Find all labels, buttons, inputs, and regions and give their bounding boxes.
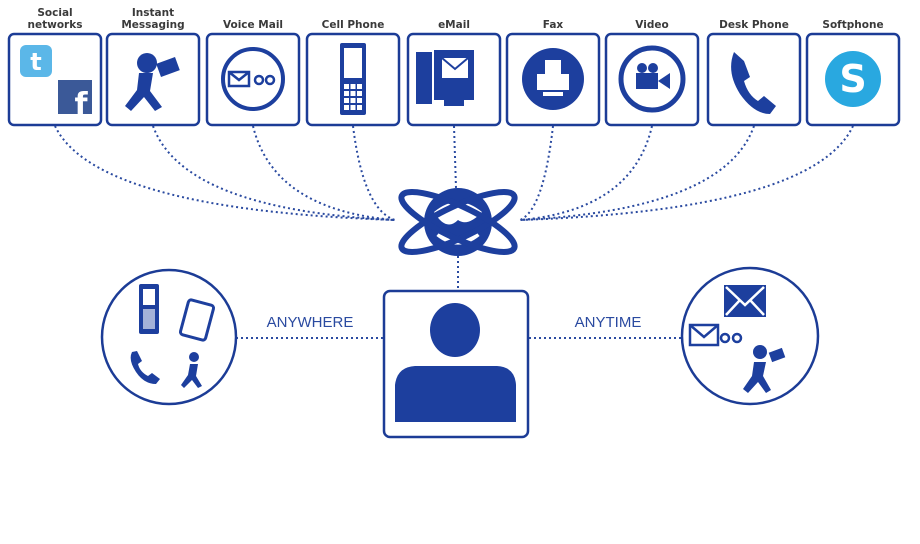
channel-label: eMail	[438, 19, 470, 31]
channel-email[interactable]: eMail	[406, 19, 502, 127]
channel-label: Softphone	[822, 19, 883, 31]
anywhere-label: ANYWHERE	[267, 314, 354, 331]
channel-fax[interactable]: Fax	[505, 19, 601, 127]
channel-label-line1: Instant	[132, 7, 174, 19]
connector-line	[152, 125, 396, 221]
channel-cell-phone[interactable]: Cell Phone	[305, 19, 401, 127]
svg-text:t: t	[30, 48, 41, 76]
connector-line	[352, 125, 396, 221]
channel-softphone[interactable]: S Softphone	[805, 19, 901, 127]
svg-text:f: f	[74, 87, 88, 122]
channel-desk-phone[interactable]: Desk Phone	[706, 19, 802, 127]
channel-label: Video	[635, 19, 668, 31]
channel-box	[706, 32, 802, 127]
connector-line	[519, 125, 755, 221]
fax-icon	[522, 48, 584, 110]
channel-box	[105, 32, 201, 127]
channel-networks[interactable]: t f Socialnetworks	[7, 7, 103, 127]
cell-phone-icon	[340, 43, 366, 115]
connector-line	[519, 125, 854, 221]
channel-label-line1: Social	[37, 7, 72, 19]
user-card	[382, 289, 530, 439]
channel-label: Cell Phone	[322, 19, 385, 31]
channel-video[interactable]: Video	[604, 19, 700, 127]
messages-icon	[680, 266, 820, 406]
globe-orbit-icon	[398, 188, 518, 256]
devices-icon	[100, 268, 238, 406]
channel-messaging[interactable]: InstantMessaging	[105, 7, 201, 127]
skype-icon: S	[825, 51, 881, 107]
svg-text:S: S	[839, 57, 866, 101]
channel-label: Desk Phone	[719, 19, 789, 31]
connector-line	[519, 125, 554, 221]
email-computer-icon	[416, 50, 474, 106]
connector-line	[453, 125, 457, 189]
channel-label: Voice Mail	[223, 19, 283, 31]
channel-label: Messaging	[121, 19, 184, 31]
connector-line	[54, 125, 396, 221]
connector-line	[519, 125, 653, 221]
channel-label: Fax	[543, 19, 564, 31]
channel-voice-mail[interactable]: Voice Mail	[205, 19, 301, 127]
unified-communications-diagram: t f Social networks Instant Messaging Voice Ma…	[0, 0, 920, 544]
anytime-label: ANYTIME	[575, 314, 642, 331]
channel-label: networks	[28, 19, 83, 31]
